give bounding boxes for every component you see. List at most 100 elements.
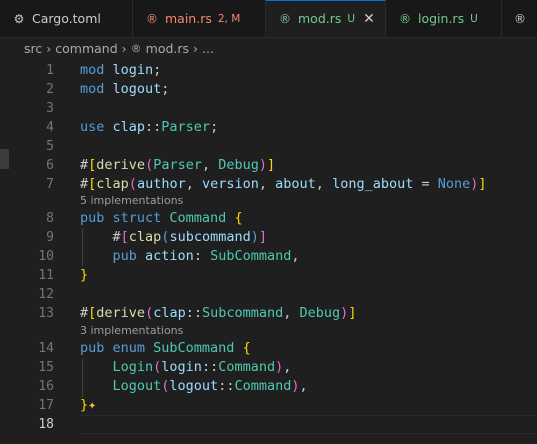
code-line[interactable]: 12 — [0, 285, 537, 304]
breadcrumb-file[interactable]: mod.rs — [146, 41, 189, 56]
tab-login-rs[interactable]: ® login.rs U — [386, 0, 502, 37]
line-number: 14 — [38, 341, 54, 356]
rust-icon: ® — [279, 11, 291, 26]
code-token: , — [299, 378, 308, 394]
code-line[interactable]: 2 mod logout; — [0, 80, 537, 99]
code-line[interactable]: 11} — [0, 266, 537, 285]
line-number: 12 — [38, 287, 54, 302]
tab-main-rs[interactable]: ® main.rs 2, M — [133, 0, 266, 37]
chevron-right-icon: › — [193, 40, 199, 56]
code-token: mod — [80, 62, 113, 78]
tab-label: login.rs — [418, 11, 465, 26]
code-token: # — [80, 229, 121, 245]
code-text: #[clap(subcommand)] — [80, 228, 268, 247]
code-token: clap — [96, 176, 129, 192]
code-line[interactable]: 6 #[derive(Parser, Debug)] — [0, 156, 537, 175]
line-number: 11 — [38, 268, 54, 283]
code-token: about — [275, 176, 316, 192]
code-text: pub action: SubCommand, — [80, 247, 300, 266]
code-token: = — [413, 176, 438, 192]
close-icon[interactable]: ✕ — [363, 11, 375, 27]
code-line[interactable]: 17}✦ — [0, 396, 537, 415]
code-token: logout — [169, 378, 219, 394]
sparkle-icon[interactable]: ✦ — [88, 397, 96, 413]
code-token: Debug — [299, 305, 341, 321]
code-text: pub enum SubCommand { — [80, 339, 251, 358]
tab-label: Cargo.toml — [32, 11, 101, 26]
code-line[interactable]: 14 pub enum SubCommand { — [0, 339, 537, 358]
code-line[interactable]: 13 #[derive(clap::Subcommand, Debug)] — [0, 304, 537, 323]
tab-bar: ⚙ Cargo.toml ® main.rs 2, M ® mod.rs U ✕… — [0, 0, 537, 38]
code-token: :: — [201, 359, 219, 375]
code-line[interactable]: 5 — [0, 137, 537, 156]
code-line[interactable]: 10 pub action: SubCommand, — [0, 247, 537, 266]
code-line[interactable]: 3 — [0, 99, 537, 118]
gear-icon: ⚙ — [13, 11, 25, 26]
code-line[interactable]: 1 mod login; — [0, 61, 537, 80]
git-status-badge: 2, M — [217, 12, 241, 25]
code-token: clap — [128, 229, 162, 245]
code-line[interactable]: 18 — [0, 415, 537, 434]
code-token: } — [80, 267, 89, 283]
breadcrumb: src › command › ® mod.rs › ... — [0, 37, 537, 59]
codelens-implementations[interactable]: 5 implementations — [80, 194, 183, 208]
line-number: 18 — [38, 417, 54, 432]
code-token: SubCommand — [153, 340, 235, 356]
code-line[interactable]: 7 #[clap(author, version, about, long_abo… — [0, 175, 537, 194]
breadcrumb-command[interactable]: command — [55, 41, 117, 56]
code-token: pub struct — [80, 210, 170, 226]
code-token: :: — [185, 305, 202, 321]
line-number: 6 — [46, 158, 54, 173]
code-line[interactable]: 8 pub struct Command { — [0, 209, 537, 228]
code-token: Subcommand — [201, 305, 284, 321]
code-line[interactable]: 4 use clap::Parser; — [0, 118, 537, 137]
tab-mod-rs[interactable]: ® mod.rs U ✕ — [266, 0, 386, 37]
line-number: 9 — [46, 230, 54, 245]
code-token: ( — [145, 157, 154, 173]
code-token: Login — [80, 359, 154, 375]
git-status-badge: U — [470, 12, 478, 25]
tab-cargo-toml[interactable]: ⚙ Cargo.toml — [0, 0, 133, 37]
code-editor[interactable]: 5 implementations 3 implementations 1 mod… — [0, 59, 537, 444]
line-number: 15 — [38, 360, 54, 375]
code-token: , — [185, 176, 202, 192]
code-text: }✦ — [80, 396, 96, 415]
code-text: Logout(logout::Command), — [80, 377, 308, 396]
tab-overflow[interactable]: ® — [502, 0, 537, 37]
code-text: } — [80, 266, 88, 285]
code-token: derive — [96, 305, 146, 321]
line-number: 3 — [46, 101, 54, 116]
code-token: # — [80, 176, 89, 192]
code-token: ] — [478, 176, 487, 192]
rust-icon: ® — [146, 11, 158, 26]
code-text: pub struct Command { — [80, 209, 243, 228]
code-token: mod — [80, 81, 113, 97]
code-token: pub enum — [80, 340, 154, 356]
code-line[interactable]: 16 Logout(logout::Command), — [0, 377, 537, 396]
code-text: Login(login::Command), — [80, 358, 292, 377]
tab-label: mod.rs — [298, 11, 342, 26]
code-token: :: — [218, 378, 235, 394]
code-token: login — [161, 359, 202, 375]
code-token: ] — [258, 229, 267, 245]
code-token: Command — [234, 378, 292, 394]
code-text: mod logout; — [80, 80, 169, 99]
code-token: SubCommand — [210, 248, 292, 264]
code-token: ] — [348, 305, 357, 321]
codelens-implementations[interactable]: 3 implementations — [80, 324, 183, 338]
code-token: ; — [161, 81, 170, 97]
breadcrumb-symbol[interactable]: ... — [202, 41, 214, 56]
code-token: # — [80, 157, 89, 173]
line-number: 16 — [38, 379, 54, 394]
rust-icon: ® — [514, 11, 526, 26]
code-token: { — [234, 210, 243, 226]
code-line[interactable]: 9 #[clap(subcommand)] — [0, 228, 537, 247]
breadcrumb-src[interactable]: src — [24, 41, 42, 56]
code-token: clap — [112, 119, 146, 135]
code-token: ; — [210, 119, 219, 135]
line-number: 5 — [46, 139, 54, 154]
code-token: ( — [145, 305, 154, 321]
line-number: 7 — [46, 177, 54, 192]
code-line[interactable]: 15 Login(login::Command), — [0, 358, 537, 377]
line-number: 2 — [46, 82, 54, 97]
